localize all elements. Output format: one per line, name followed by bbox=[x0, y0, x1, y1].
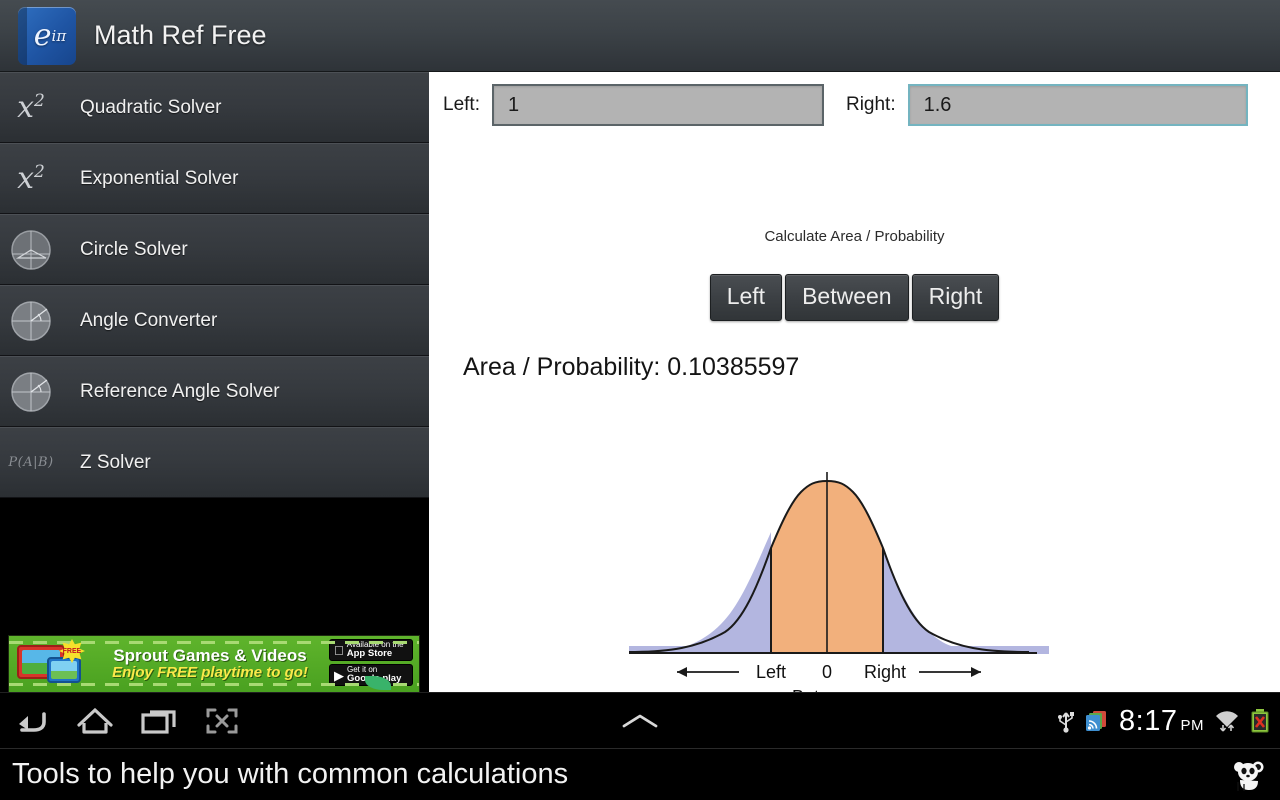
normal-distribution-chart: Left 0 Right Between bbox=[429, 462, 1280, 692]
ad-copy: Sprout Games & Videos Enjoy FREE playtim… bbox=[91, 647, 329, 681]
left-arrow-icon bbox=[677, 667, 687, 677]
sidebar-item-label: Z Solver bbox=[80, 451, 151, 473]
icon-glyph-exponent: iπ bbox=[51, 26, 67, 45]
play-triangle-icon: ▶ bbox=[334, 667, 344, 683]
footer-tagline-bar: Tools to help you with common calculatio… bbox=[0, 748, 1280, 800]
sidebar-item-z-solver[interactable]: P(A|B) Z Solver bbox=[0, 427, 429, 498]
sidebar-item-circle-solver[interactable]: Circle Solver bbox=[0, 214, 429, 285]
sidebar: x2 Quadratic Solver x2 Exponential Solve… bbox=[0, 72, 429, 764]
left-button[interactable]: Left bbox=[709, 274, 783, 321]
math-book-icon[interactable]: e iπ bbox=[18, 6, 76, 65]
battery-empty-icon bbox=[1251, 709, 1269, 733]
ad-subtitle: Enjoy FREE playtime to go! bbox=[112, 664, 308, 682]
calculation-buttons: Left Between Right bbox=[429, 274, 1280, 321]
sidebar-item-quadratic-solver[interactable]: x2 Quadratic Solver bbox=[0, 72, 429, 143]
right-boundary-label: Right bbox=[864, 662, 906, 682]
conditional-probability-icon: P(A|B) bbox=[0, 455, 62, 470]
right-input[interactable]: 1.6 bbox=[907, 84, 1248, 126]
main-content: Left: 1 Right: 1.6 Calculate Area / Prob… bbox=[429, 72, 1280, 692]
ad-banner[interactable]: FREE Sprout Games & Videos Enjoy FREE pl… bbox=[8, 635, 420, 693]
wifi-icon bbox=[1216, 711, 1238, 732]
x-squared-icon: x2 bbox=[17, 161, 45, 196]
chevron-up-icon[interactable] bbox=[619, 710, 661, 732]
left-input[interactable]: 1 bbox=[491, 84, 824, 126]
tagline-text: Tools to help you with common calculatio… bbox=[12, 758, 569, 790]
panda-icon[interactable] bbox=[1232, 758, 1266, 792]
result-text: Area / Probability: 0.10385597 bbox=[463, 353, 800, 381]
right-arrow-icon bbox=[971, 667, 981, 677]
page-title: Math Ref Free bbox=[94, 20, 267, 50]
left-boundary-label: Left bbox=[756, 662, 786, 682]
calculate-caption: Calculate Area / Probability bbox=[764, 228, 945, 245]
sidebar-item-exponential-solver[interactable]: x2 Exponential Solver bbox=[0, 143, 429, 214]
sidebar-item-label: Exponential Solver bbox=[80, 167, 239, 189]
angle-circle-icon bbox=[0, 370, 62, 414]
app-header: e iπ Math Ref Free bbox=[0, 0, 1280, 72]
right-button[interactable]: Right bbox=[911, 274, 1000, 321]
right-field-label: Right: bbox=[845, 94, 896, 115]
sidebar-item-label: Angle Converter bbox=[80, 309, 218, 331]
bell-curve-svg: Left 0 Right Between bbox=[628, 472, 1049, 692]
clock-ampm: PM bbox=[1180, 716, 1204, 734]
usb-icon bbox=[1058, 712, 1075, 733]
sidebar-item-angle-converter[interactable]: Angle Converter bbox=[0, 285, 429, 356]
apple-icon:  bbox=[334, 644, 344, 657]
clock-time: 8:17 bbox=[1119, 704, 1178, 737]
ad-thumbnail-icon: FREE bbox=[15, 639, 89, 687]
sidebar-item-label: Reference Angle Solver bbox=[80, 380, 280, 402]
app-store-big: App Store bbox=[337, 648, 392, 660]
screen: e iπ Math Ref Free x2 Quadratic Solver x2… bbox=[0, 0, 1280, 800]
sidebar-item-reference-angle-solver[interactable]: Reference Angle Solver bbox=[0, 356, 429, 427]
unit-circle-icon bbox=[0, 228, 62, 272]
sidebar-item-label: Quadratic Solver bbox=[80, 96, 222, 118]
news-feed-icon bbox=[1086, 711, 1107, 731]
conditional-probability-text: P(A|B) bbox=[8, 455, 54, 470]
input-row: Left: 1 Right: 1.6 bbox=[429, 72, 1280, 138]
curve-regions bbox=[629, 481, 1029, 654]
sidebar-item-label: Circle Solver bbox=[80, 238, 188, 260]
x-squared-icon: x2 bbox=[17, 90, 45, 125]
center-tick-label: 0 bbox=[822, 662, 832, 682]
between-button[interactable]: Between bbox=[785, 274, 909, 321]
ad-title: Sprout Games & Videos bbox=[113, 646, 307, 666]
icon-glyph: e iπ bbox=[18, 7, 76, 65]
angle-circle-icon bbox=[0, 299, 62, 343]
status-icons: 8:17 PM bbox=[1057, 693, 1270, 749]
icon-glyph-base: e bbox=[33, 18, 52, 53]
left-field-label: Left: bbox=[443, 94, 480, 115]
system-navigation-bar: 8:17 PM bbox=[0, 692, 1280, 748]
status-clock: 8:17 PM bbox=[1119, 704, 1204, 737]
